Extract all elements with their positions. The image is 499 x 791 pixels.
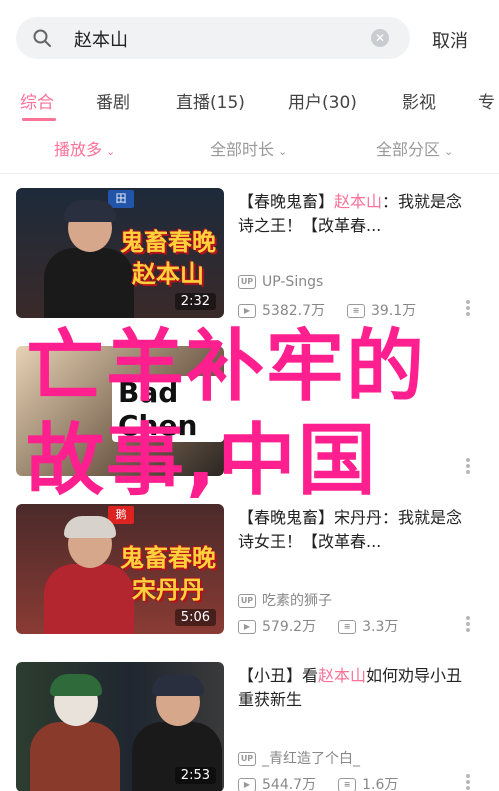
tab-film[interactable]: 影视 bbox=[402, 88, 436, 113]
overlay-caption-line2: 故事,中国 bbox=[26, 416, 378, 506]
uploader[interactable]: UP 吃素的狮子 bbox=[238, 590, 332, 610]
title-tag: 【小丑】 bbox=[238, 666, 303, 685]
filter-zone[interactable]: 全部分区 ⌄ bbox=[376, 136, 453, 160]
play-icon: ▶ bbox=[238, 620, 256, 634]
tab-bangumi[interactable]: 番剧 bbox=[96, 88, 130, 113]
comment-count: 39.1万 bbox=[371, 303, 417, 319]
video-stats: ▶ 579.2万 ≡ 3.3万 bbox=[238, 616, 398, 636]
filter-zone-label: 全部分区 bbox=[376, 140, 441, 159]
view-count: 5382.7万 bbox=[262, 303, 325, 319]
filter-sort-label: 播放多 bbox=[54, 140, 103, 159]
play-icon: ▶ bbox=[238, 778, 256, 791]
more-icon[interactable] bbox=[466, 774, 470, 790]
comment-count: 3.3万 bbox=[362, 619, 399, 635]
title-tag: 【春晚鬼畜】 bbox=[238, 508, 335, 527]
video-title[interactable]: 【春晚鬼畜】宋丹丹：我就是念诗女王！【改革春... bbox=[238, 506, 478, 554]
comment-count: 1.6万 bbox=[362, 777, 399, 791]
video-stats: ▶ 5382.7万 ≡ 39.1万 bbox=[238, 300, 416, 320]
more-icon[interactable] bbox=[466, 300, 470, 316]
title-keyword: 赵本山 bbox=[334, 192, 383, 211]
overlay-caption: 亡羊补牢的 故事,中国 bbox=[26, 320, 486, 508]
tab-special[interactable]: 专 bbox=[478, 88, 495, 113]
filter-sort[interactable]: 播放多 ⌄ bbox=[54, 136, 115, 160]
more-icon[interactable] bbox=[466, 616, 470, 632]
search-icon bbox=[33, 29, 51, 47]
video-thumbnail[interactable]: 田 鬼畜春晚赵本山 2:32 bbox=[16, 188, 224, 318]
video-title[interactable]: 【春晚鬼畜】赵本山：我就是念诗之王！【改革春... bbox=[238, 190, 478, 238]
list-item[interactable]: 2:53 【小丑】看赵本山如何劝导小丑重获新生 UP _青红造了个白_ ▶ 544.… bbox=[0, 662, 499, 791]
chevron-down-icon: ⌄ bbox=[106, 145, 116, 158]
filter-duration[interactable]: 全部时长 ⌄ bbox=[210, 136, 287, 160]
thumbnail-caption: 鬼畜春晚赵本山 bbox=[120, 228, 216, 288]
list-item[interactable]: 鹅 鬼畜春晚宋丹丹 5:06 【春晚鬼畜】宋丹丹：我就是念诗女王！【改革春...… bbox=[0, 504, 499, 654]
comment-icon: ≡ bbox=[338, 778, 357, 791]
top-bar: 赵本山 ✕ 取消 bbox=[0, 0, 499, 76]
chevron-down-icon: ⌄ bbox=[444, 145, 454, 158]
active-tab-indicator bbox=[22, 118, 56, 121]
video-duration: 2:53 bbox=[174, 767, 216, 784]
video-stats: ▶ 544.7万 ≡ 1.6万 bbox=[238, 774, 398, 791]
up-icon: UP bbox=[238, 275, 256, 289]
chevron-down-icon: ⌄ bbox=[278, 145, 288, 158]
title-keyword: 赵本山 bbox=[318, 666, 367, 685]
tab-all[interactable]: 综合 bbox=[20, 88, 54, 113]
video-duration: 2:32 bbox=[174, 293, 216, 310]
play-icon: ▶ bbox=[238, 304, 256, 318]
up-icon: UP bbox=[238, 752, 256, 766]
video-thumbnail[interactable]: 鹅 鬼畜春晚宋丹丹 5:06 bbox=[16, 504, 224, 634]
result-tabs: 综合 番剧 直播(15) 用户(30) 影视 专 bbox=[0, 80, 499, 124]
title-tag: 【春晚鬼畜】 bbox=[238, 192, 335, 211]
cancel-button[interactable]: 取消 bbox=[432, 27, 468, 53]
overlay-caption-line1: 亡羊补牢的 bbox=[26, 322, 427, 412]
tab-users[interactable]: 用户(30) bbox=[288, 88, 357, 113]
up-icon: UP bbox=[238, 594, 256, 608]
video-title[interactable]: 【小丑】看赵本山如何劝导小丑重获新生 bbox=[238, 664, 478, 712]
video-thumbnail[interactable]: 2:53 bbox=[16, 662, 224, 791]
filter-duration-label: 全部时长 bbox=[210, 140, 275, 159]
clear-icon[interactable]: ✕ bbox=[371, 29, 389, 47]
thumbnail-caption: 鬼畜春晚宋丹丹 bbox=[120, 544, 216, 604]
view-count: 579.2万 bbox=[262, 619, 317, 635]
uploader-name: 吃素的狮子 bbox=[262, 593, 332, 609]
comment-icon: ≡ bbox=[347, 304, 365, 318]
search-query: 赵本山 bbox=[74, 30, 128, 51]
uploader[interactable]: UP _青红造了个白_ bbox=[238, 748, 360, 768]
thumbnail-person bbox=[30, 674, 120, 791]
filter-bar: 播放多 ⌄ 全部时长 ⌄ 全部分区 ⌄ bbox=[0, 124, 499, 174]
tab-live[interactable]: 直播(15) bbox=[176, 88, 245, 113]
list-item[interactable]: 田 鬼畜春晚赵本山 2:32 【春晚鬼畜】赵本山：我就是念诗之王！【改革春...… bbox=[0, 188, 499, 338]
uploader-name: _青红造了个白_ bbox=[262, 751, 360, 767]
uploader[interactable]: UP UP-Sings bbox=[238, 274, 323, 290]
view-count: 544.7万 bbox=[262, 777, 317, 791]
search-input[interactable]: 赵本山 ✕ bbox=[16, 17, 410, 59]
comment-icon: ≡ bbox=[338, 620, 357, 634]
title-text: 看 bbox=[302, 666, 319, 685]
video-duration: 5:06 bbox=[174, 609, 216, 626]
uploader-name: UP-Sings bbox=[262, 274, 324, 290]
